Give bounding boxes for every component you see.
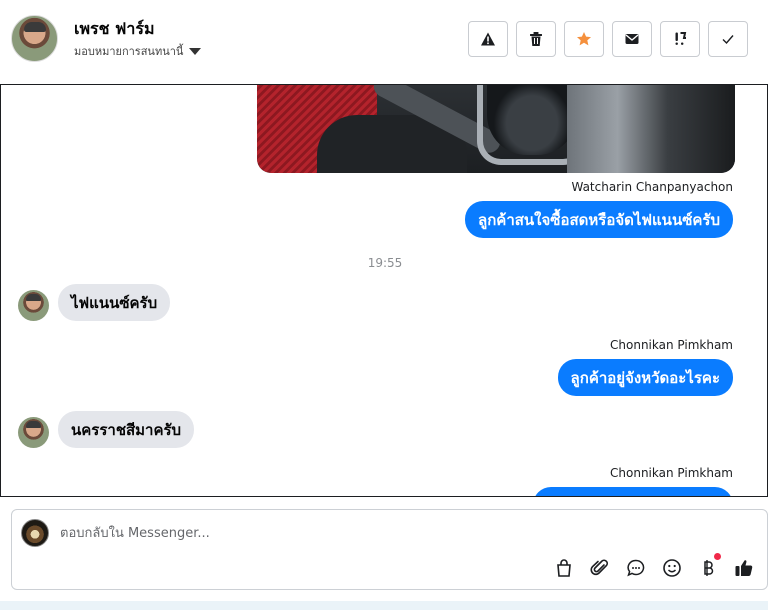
assign-label: มอบหมายการสนทนานี้ xyxy=(74,45,184,58)
message-photo[interactable] xyxy=(257,85,735,173)
outgoing-message[interactable] xyxy=(533,487,733,496)
sender-name: Watcharin Chanpanyachon xyxy=(571,180,733,194)
envelope-icon xyxy=(625,34,639,44)
outgoing-message[interactable]: ลูกค้าสนใจซื้อสดหรือจัดไฟแนนซ์ครับ xyxy=(465,201,733,238)
emoji-button[interactable] xyxy=(661,557,683,579)
notification-dot xyxy=(714,553,721,560)
sender-name: Chonnikan Pimkham xyxy=(610,338,733,352)
trash-icon xyxy=(530,32,542,46)
reply-composer xyxy=(11,509,768,590)
assign-conversation-dropdown[interactable]: มอบหมายการสนทนานี้ xyxy=(74,42,202,60)
footer-strip xyxy=(0,601,768,610)
saved-reply-button[interactable] xyxy=(625,557,647,579)
shopping-bag-button[interactable] xyxy=(553,557,575,579)
report-spam-button[interactable] xyxy=(468,21,508,57)
incoming-message[interactable]: นครราชสีมาครับ xyxy=(58,411,195,448)
follow-up-icon xyxy=(675,32,687,45)
composer-actions xyxy=(553,553,755,579)
reply-input[interactable] xyxy=(60,522,740,544)
star-button[interactable] xyxy=(564,21,604,57)
thumbs-up-icon xyxy=(735,560,753,576)
conversation-header: เพรช ฟาร์ม มอบหมายการสนทนานี้ xyxy=(0,0,768,84)
timestamp: 19:55 xyxy=(367,256,403,270)
contact-avatar-small[interactable] xyxy=(18,290,49,321)
contact-avatar-small[interactable] xyxy=(18,417,49,448)
message-thread[interactable]: Watcharin Chanpanyachon ลูกค้าสนใจซื้อสด… xyxy=(0,84,768,497)
incoming-message[interactable]: ไฟแนนซ์ครับ xyxy=(58,284,171,321)
baht-icon xyxy=(704,560,714,576)
delete-button[interactable] xyxy=(516,21,556,57)
warning-icon xyxy=(481,32,495,46)
outgoing-message[interactable]: ลูกค้าอยู่จังหวัดอะไรคะ xyxy=(557,359,733,396)
mark-done-button[interactable] xyxy=(708,21,748,57)
photo-trim xyxy=(567,85,735,173)
action-toolbar xyxy=(468,21,748,57)
star-icon xyxy=(577,32,591,46)
contact-name[interactable]: เพรช ฟาร์ม xyxy=(74,17,155,42)
attach-button[interactable] xyxy=(589,557,611,579)
sender-name: Chonnikan Pimkham xyxy=(610,466,733,480)
payment-button[interactable] xyxy=(697,553,721,579)
shopping-bag-icon xyxy=(557,559,571,577)
check-icon xyxy=(722,35,734,45)
emoji-icon xyxy=(663,559,681,577)
saved-reply-icon xyxy=(627,559,645,577)
page-avatar xyxy=(21,519,49,547)
mark-unread-button[interactable] xyxy=(612,21,652,57)
like-button[interactable] xyxy=(733,557,755,579)
paperclip-icon xyxy=(590,559,608,576)
contact-avatar[interactable] xyxy=(11,15,58,62)
follow-up-button[interactable] xyxy=(660,21,700,57)
caret-down-icon xyxy=(189,47,202,55)
